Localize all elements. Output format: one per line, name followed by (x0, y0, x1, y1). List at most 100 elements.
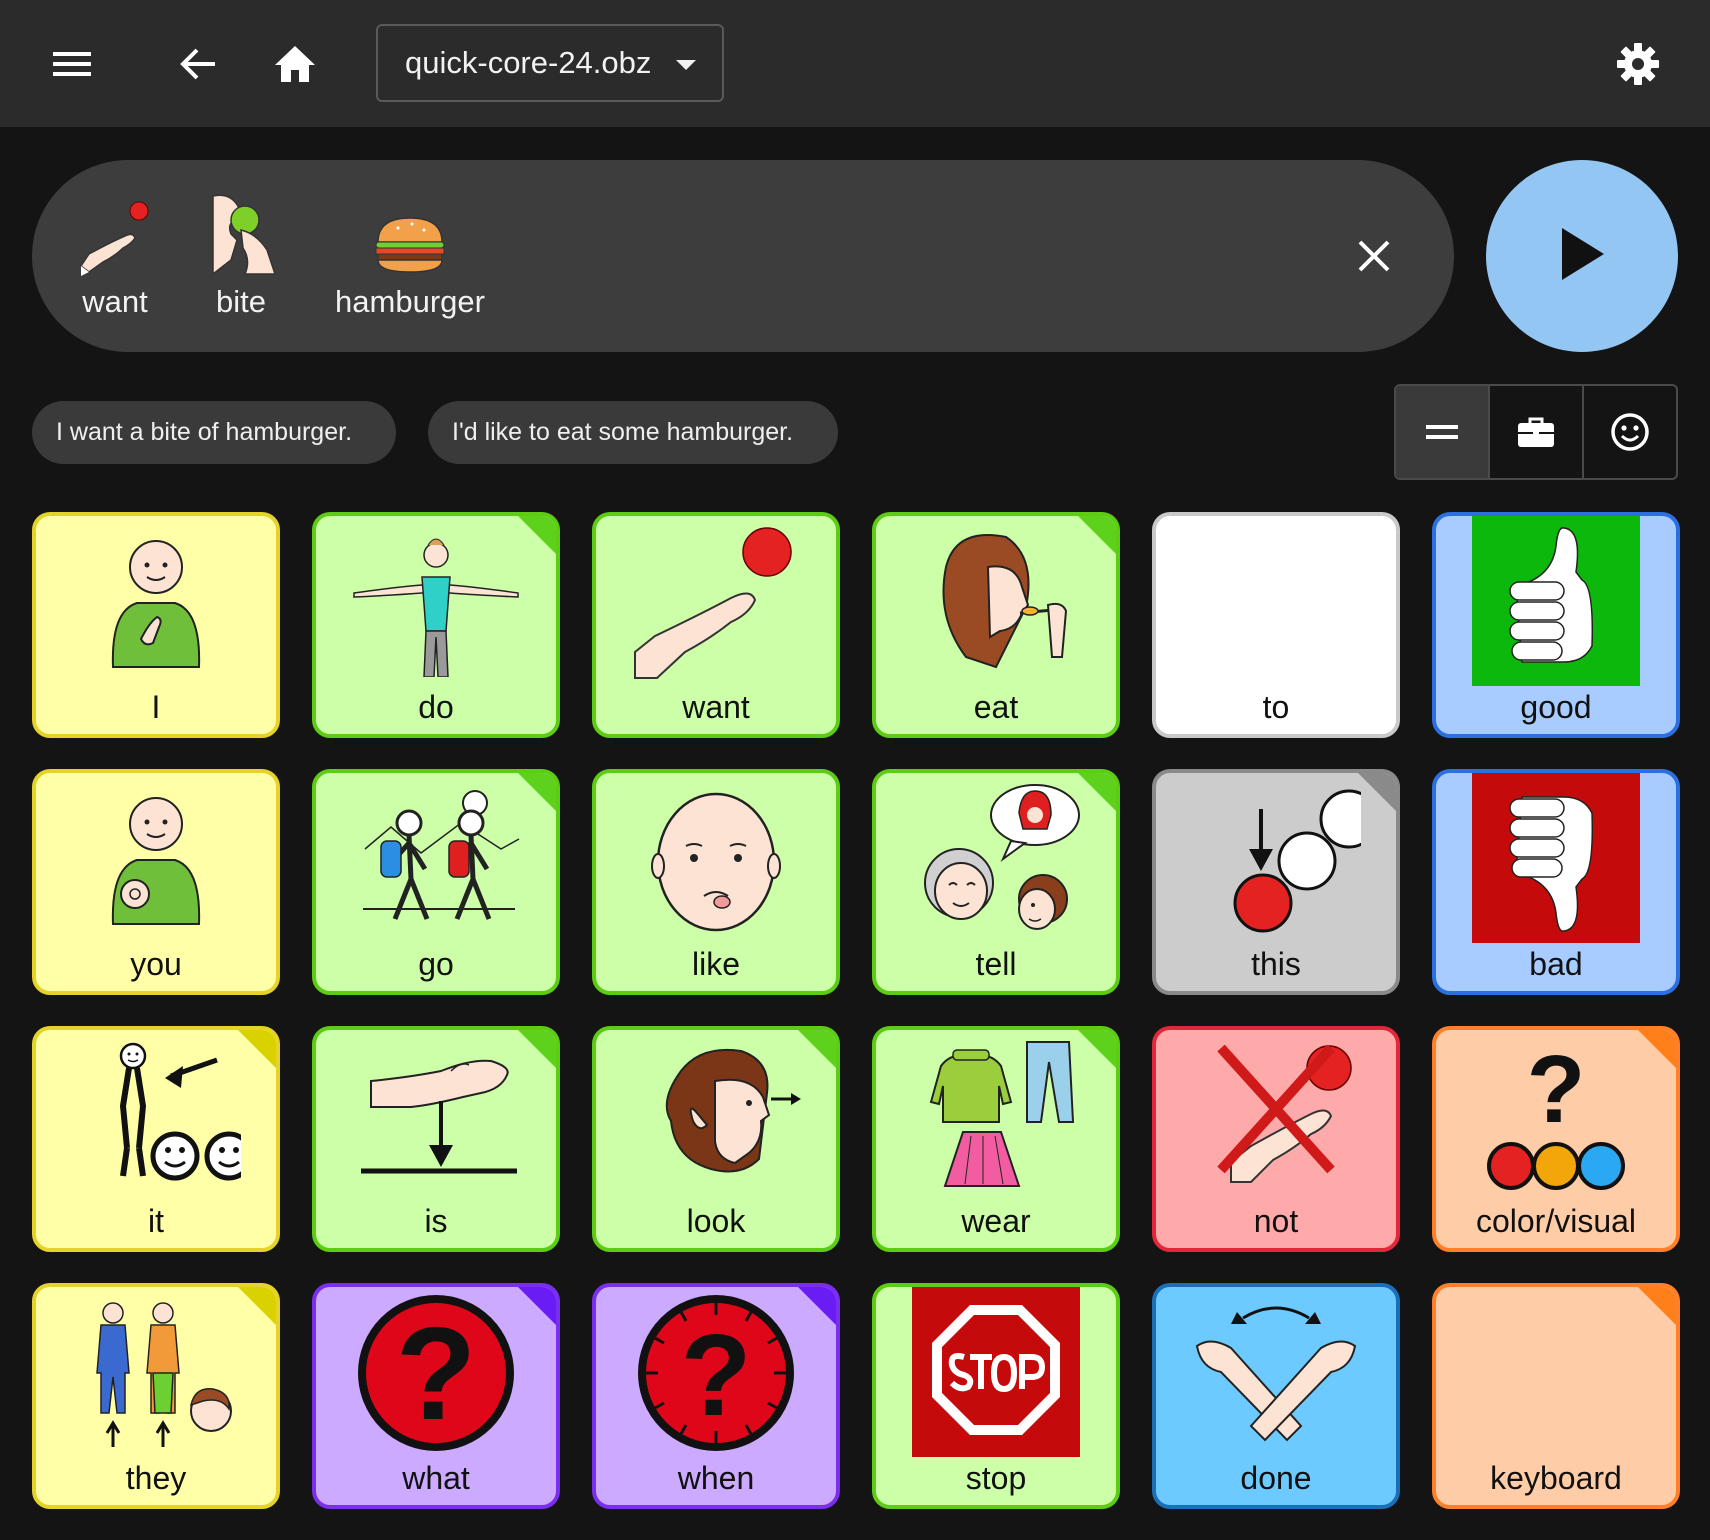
play-icon (1556, 224, 1608, 289)
tile-label: look (686, 1203, 746, 1239)
tile-label: color/visual (1475, 1203, 1637, 1239)
tile-eat[interactable]: eat (872, 512, 1120, 738)
close-icon[interactable] (1352, 234, 1396, 278)
home-icon[interactable] (272, 42, 318, 86)
tile-label: good (1520, 689, 1592, 725)
tile-not[interactable]: not (1152, 1026, 1400, 1252)
tile-label: this (1251, 946, 1301, 982)
person-self-pointing-icon (36, 516, 276, 688)
svg-text:?: ? (681, 1310, 752, 1440)
tile-label: bad (1529, 946, 1583, 982)
tile-is[interactable]: is (312, 1026, 560, 1252)
biting-apple-icon (201, 190, 281, 276)
smiley-icon[interactable] (1584, 386, 1676, 478)
tile-you[interactable]: you (32, 769, 280, 995)
crossed-hand-icon (1156, 1030, 1396, 1202)
tile-label: it (148, 1203, 164, 1239)
tile-label: tell (975, 946, 1017, 982)
suggestion-text: I'd like to eat some hamburger. (452, 418, 794, 446)
folder-corner (1076, 773, 1116, 813)
folder-corner (796, 1030, 836, 1070)
tile-label: wear (961, 1203, 1031, 1239)
menu-icon[interactable] (50, 44, 94, 84)
tile-do[interactable]: do (312, 512, 560, 738)
suggestion-chip[interactable]: I'd like to eat some hamburger. (428, 401, 838, 464)
tile-label: is (424, 1203, 448, 1239)
message-word-label: hamburger (335, 284, 485, 319)
tile-i[interactable]: I (32, 512, 280, 738)
gear-icon[interactable] (1614, 40, 1662, 88)
svg-text:?: ? (396, 1300, 477, 1447)
board-file-select[interactable]: quick-core-24.obz (376, 24, 724, 102)
tile-go[interactable]: go (312, 769, 560, 995)
tile-label: go (418, 946, 454, 982)
message-word-want[interactable]: want (70, 190, 160, 320)
tile-label: stop (965, 1460, 1027, 1496)
tile-it[interactable]: it (32, 1026, 280, 1252)
tile-label: you (130, 946, 182, 982)
briefcase-icon[interactable] (1490, 386, 1584, 478)
tile-color-visual[interactable]: ? color/visual (1432, 1026, 1680, 1252)
tile-label: they (125, 1460, 187, 1496)
tile-good[interactable]: good (1432, 512, 1680, 738)
tile-what[interactable]: ? what (312, 1283, 560, 1509)
tile-stop[interactable]: stop (872, 1283, 1120, 1509)
folder-corner (516, 1030, 556, 1070)
folder-corner (516, 773, 556, 813)
hand-reaching-icon (75, 190, 155, 276)
tile-label: want (682, 689, 750, 725)
folder-corner (796, 1287, 836, 1327)
tile-to[interactable]: to (1152, 512, 1400, 738)
tile-label: like (691, 946, 740, 982)
tile-label: eat (973, 689, 1019, 725)
tile-want[interactable]: want (592, 512, 840, 738)
speak-button[interactable] (1486, 160, 1678, 352)
tile-tell[interactable]: tell (872, 769, 1120, 995)
message-word-bite[interactable]: bite (196, 190, 286, 320)
tile-this[interactable]: this (1152, 769, 1400, 995)
svg-text:?: ? (1527, 1036, 1586, 1143)
dropdown-caret-icon (676, 60, 696, 70)
folder-corner (236, 1030, 276, 1070)
folder-corner (516, 1287, 556, 1327)
hamburger-icon (372, 190, 448, 276)
top-toolbar: quick-core-24.obz (0, 0, 1710, 127)
tile-label: done (1240, 1460, 1312, 1496)
tile-label: not (1253, 1203, 1299, 1239)
tile-done[interactable]: done (1152, 1283, 1400, 1509)
suggestion-chip[interactable]: I want a bite of hamburger. (32, 401, 396, 464)
message-word-label: want (82, 284, 148, 319)
tile-label: I (151, 689, 161, 725)
folder-corner (1076, 1030, 1116, 1070)
folder-corner (1636, 1030, 1676, 1070)
tile-keyboard[interactable]: keyboard (1432, 1283, 1680, 1509)
folder-corner (1636, 1287, 1676, 1327)
message-word-label: bite (216, 284, 266, 319)
tile-label: keyboard (1490, 1460, 1622, 1496)
tile-when[interactable]: ? when (592, 1283, 840, 1509)
tile-label: what (402, 1460, 470, 1496)
message-word-hamburger[interactable]: hamburger (330, 190, 490, 320)
thumbs-up-icon (1436, 516, 1676, 688)
tile-label: to (1262, 689, 1290, 725)
thumbs-down-icon (1436, 773, 1676, 945)
file-name-label: quick-core-24.obz (405, 45, 652, 80)
folder-corner (516, 516, 556, 556)
tile-like[interactable]: like (592, 769, 840, 995)
tile-label: do (418, 689, 454, 725)
tile-label: when (677, 1460, 755, 1496)
suggestion-text: I want a bite of hamburger. (56, 418, 353, 446)
equals-icon[interactable] (1396, 386, 1490, 478)
person-pointing-out-icon (36, 773, 276, 945)
hand-reaching-icon (596, 516, 836, 688)
back-arrow-icon[interactable] (176, 44, 220, 84)
stop-sign-icon (876, 1287, 1116, 1459)
tile-bad[interactable]: bad (1432, 769, 1680, 995)
folder-corner (236, 1287, 276, 1327)
folder-corner (1356, 773, 1396, 813)
tile-they[interactable]: they (32, 1283, 280, 1509)
tile-look[interactable]: look (592, 1026, 840, 1252)
folder-corner (1076, 516, 1116, 556)
face-licking-lips-icon (596, 773, 836, 945)
tile-wear[interactable]: wear (872, 1026, 1120, 1252)
